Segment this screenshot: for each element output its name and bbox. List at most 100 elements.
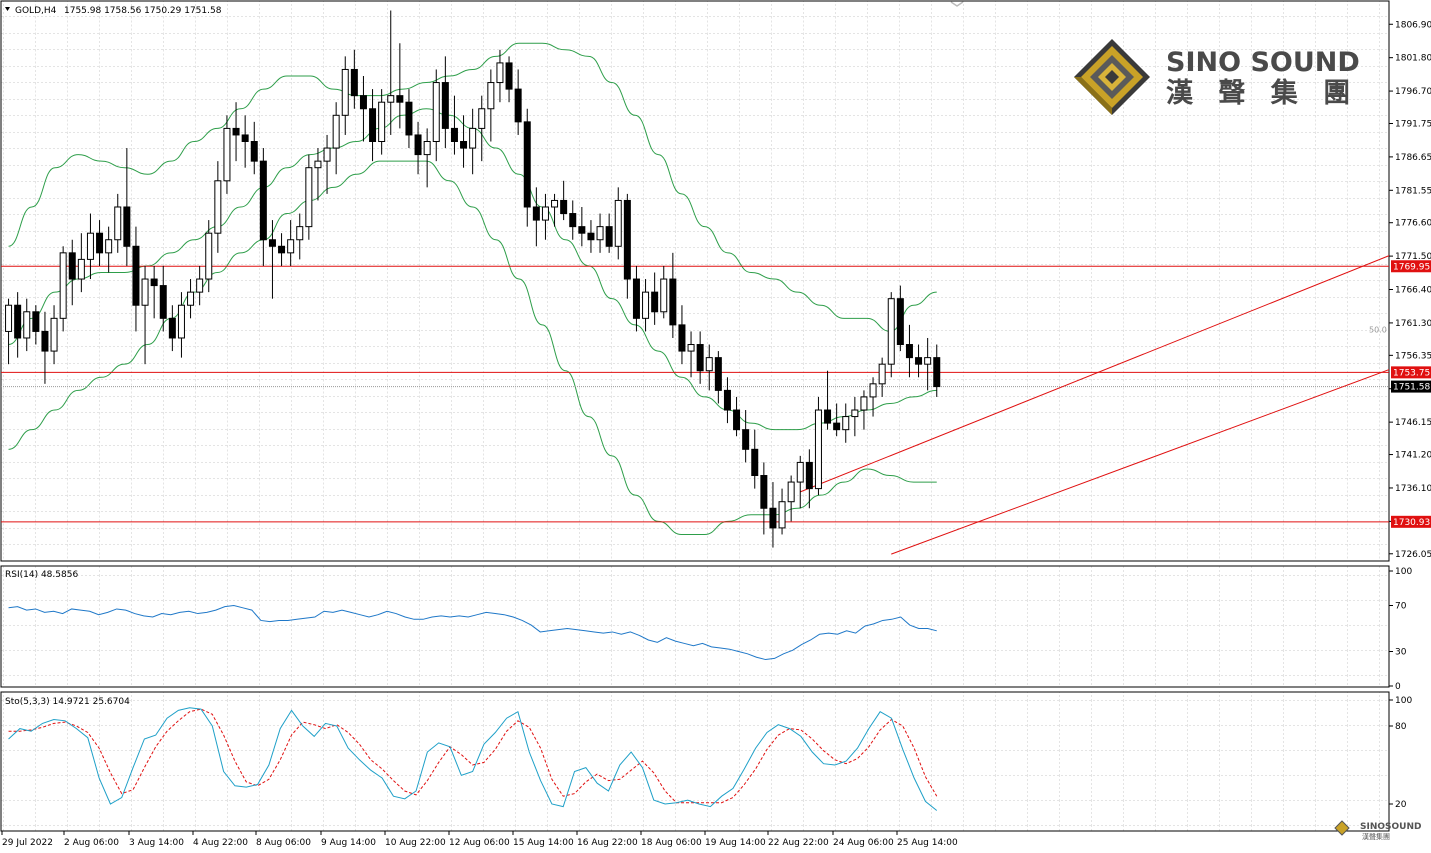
time-tick-label: 10 Aug 22:00: [385, 838, 446, 848]
candle-body: [523, 121, 531, 208]
candle-body: [441, 82, 449, 129]
candle: [887, 292, 895, 378]
candle-body: [551, 199, 559, 208]
candle-body: [814, 409, 822, 490]
candle-body: [805, 461, 813, 490]
candle-body: [159, 285, 167, 319]
sub-tick-label: 0: [1395, 682, 1401, 692]
candle-body: [460, 141, 468, 149]
candle-body: [660, 278, 668, 313]
sub-tick-label: 80: [1395, 722, 1407, 732]
candle-body: [187, 291, 195, 306]
candle-body: [678, 324, 686, 352]
candle-body: [14, 304, 22, 339]
price-panel[interactable]: 50.0 1806.90 1801.80 1796.70 1791.75 1786.65…: [0, 0, 1431, 562]
rsi-axis: 100 70 30 0: [1389, 567, 1412, 692]
price-tick-label: 1776.60: [1395, 219, 1431, 229]
candle-body: [96, 232, 104, 254]
rsi-panel-frame: [0, 565, 1390, 688]
candle-body: [842, 416, 850, 431]
candle-body: [896, 298, 904, 346]
sto-label: Sto(5,3,3) 14.9721 25.6704: [5, 697, 130, 707]
candle-body: [378, 101, 386, 142]
price-tick-label: 1726.05: [1395, 550, 1431, 560]
candle-body: [23, 311, 31, 339]
candle-body: [259, 160, 267, 241]
logo-name-en: SINO SOUND: [1166, 47, 1360, 78]
candle-body: [560, 199, 568, 215]
time-tick-label: 25 Aug 14:00: [897, 838, 958, 848]
candle-body: [205, 232, 213, 280]
candle-body: [915, 357, 923, 365]
candle-body: [578, 226, 586, 234]
candle-body: [778, 501, 786, 529]
level-tag-label: 1753.75: [1393, 368, 1430, 378]
time-tick-label: 29 Jul 2022: [2, 838, 53, 848]
candle-body: [687, 344, 695, 352]
candle-body: [369, 108, 377, 143]
candle-body: [341, 68, 349, 116]
candle-body: [414, 134, 422, 156]
candle: [305, 154, 313, 240]
candle-body: [587, 232, 595, 241]
price-tick-label: 1736.10: [1395, 484, 1431, 494]
corner-logo-zh: 漢聲集團: [1362, 832, 1390, 841]
time-tick-label: 2 Aug 06:00: [64, 838, 119, 848]
candle-body: [487, 82, 495, 110]
sub-tick-label: 100: [1395, 567, 1412, 577]
candle-body: [387, 95, 395, 103]
candle-body: [887, 298, 895, 365]
candle-body: [869, 383, 877, 398]
sto-panel-frame: [0, 691, 1390, 832]
level-tag-label: 1730.93: [1393, 518, 1430, 528]
price-tick-label: 1791.75: [1395, 119, 1431, 129]
candle-body: [860, 396, 868, 411]
candle-body: [760, 475, 768, 509]
stochastic-panel[interactable]: 100 80 20 Sto(5,3,3) 14.9721 25.6704: [0, 691, 1412, 832]
candle-body: [423, 141, 431, 156]
time-tick-label: 16 Aug 22:00: [577, 838, 638, 848]
sub-tick-label: 70: [1395, 602, 1407, 612]
candle-body: [5, 304, 13, 332]
candle-body: [450, 127, 458, 143]
level-marker-label: 50.0: [1369, 326, 1387, 335]
candle: [59, 246, 67, 332]
price-tick-label: 1761.30: [1395, 319, 1431, 329]
candle-body: [614, 199, 622, 247]
candle-body: [350, 68, 358, 97]
candle-body: [150, 278, 158, 287]
time-tick-label: 4 Aug 22:00: [193, 838, 248, 848]
candle-body: [824, 409, 832, 424]
candle-body: [605, 226, 613, 247]
price-tick-label: 1746.15: [1395, 418, 1431, 428]
candle-body: [751, 448, 759, 477]
price-tick-label: 1806.90: [1395, 20, 1431, 30]
price-tick-label: 1786.65: [1395, 153, 1431, 163]
candle-body: [232, 127, 240, 136]
candle-body: [933, 357, 941, 388]
candle-body: [878, 363, 886, 385]
candle-body: [505, 62, 513, 90]
candle-body: [532, 206, 540, 221]
rsi-panel[interactable]: 100 70 30 0 RSI(14) 48.5856: [0, 565, 1412, 692]
candle-body: [623, 199, 631, 280]
chart-canvas[interactable]: 50.0 1806.90 1801.80 1796.70 1791.75 1786.65…: [0, 0, 1431, 853]
candle-body: [905, 344, 913, 359]
candle-body: [742, 429, 750, 450]
candle-body: [733, 409, 741, 431]
candle-body: [396, 95, 404, 103]
candle-body: [514, 88, 522, 123]
candle-body: [296, 226, 304, 241]
candle-body: [405, 101, 413, 136]
candle-body: [632, 278, 640, 319]
candle-body: [705, 357, 713, 372]
chart-symbol: GOLD,H4: [15, 6, 57, 16]
price-axis: 1806.90 1801.80 1796.70 1791.75 1786.65 1781.…: [1389, 20, 1431, 560]
price-tick-label: 1781.55: [1395, 186, 1431, 196]
candle-body: [105, 239, 113, 254]
time-tick-label: 18 Aug 06:00: [641, 838, 702, 848]
candle-body: [714, 357, 722, 391]
price-tick-label: 1796.70: [1395, 87, 1431, 97]
candle-body: [796, 461, 804, 483]
price-tick-label: 1756.35: [1395, 351, 1431, 361]
